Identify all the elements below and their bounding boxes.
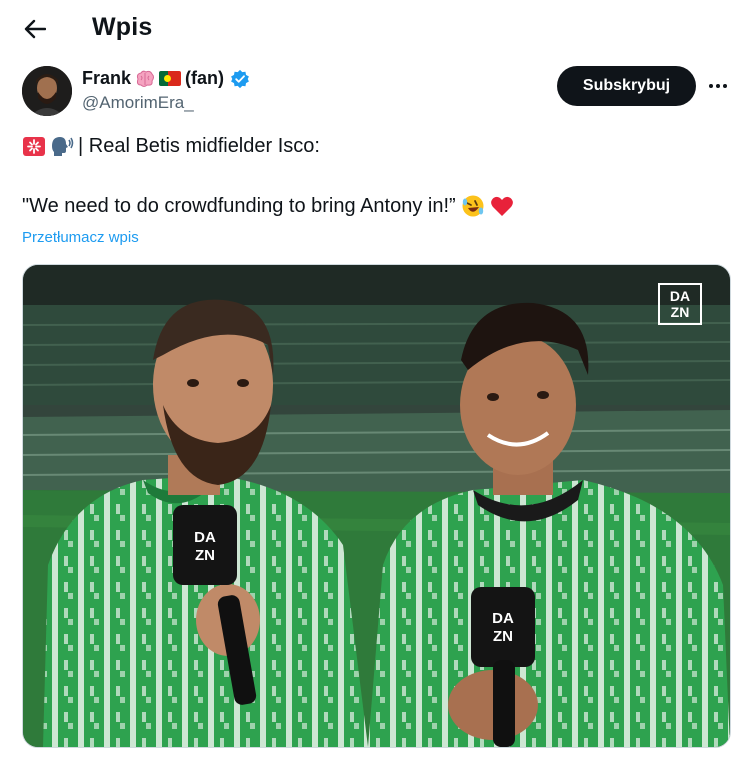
portugal-flag-icon	[159, 71, 182, 86]
translate-post-link[interactable]: Przetłumacz wpis	[22, 229, 139, 246]
red-heart-icon	[490, 196, 513, 216]
interview-photo: DA ZN DA ZN	[23, 265, 730, 747]
top-bar: Wpis	[0, 0, 753, 56]
more-horizontal-icon	[709, 84, 727, 88]
speaking-head-icon	[52, 137, 74, 156]
rolling-on-floor-laughing-icon	[462, 195, 484, 217]
avatar[interactable]	[22, 66, 72, 116]
tweet-line-1-text: | Real Betis midfielder Isco:	[78, 134, 320, 157]
arrow-left-icon	[24, 19, 46, 39]
verified-badge-icon[interactable]	[230, 69, 250, 89]
svg-text:DA: DA	[194, 529, 216, 546]
page-title: Wpis	[92, 13, 153, 41]
dazn-watermark-top: DA	[669, 288, 691, 304]
author-handle[interactable]: @AmorimEra_	[82, 93, 194, 113]
author-name[interactable]: Frank	[82, 68, 131, 89]
tweet-text-line-1: | Real Betis midfielder Isco:	[22, 134, 320, 158]
rotating-light-icon	[23, 137, 45, 156]
svg-text:DA: DA	[492, 610, 514, 627]
svg-text:ZN: ZN	[493, 628, 513, 645]
dazn-watermark-bottom: ZN	[670, 304, 690, 320]
post-media-image[interactable]: DA ZN DA ZN DA ZN	[22, 264, 731, 748]
svg-text:ZN: ZN	[195, 547, 215, 564]
dazn-watermark: DA ZN	[658, 283, 702, 325]
back-button[interactable]	[18, 12, 52, 46]
tweet-text-line-2: "We need to do crowdfunding to bring Ant…	[22, 194, 514, 218]
more-options-button[interactable]	[704, 72, 732, 100]
tweet-line-2-text: "We need to do crowdfunding to bring Ant…	[22, 194, 456, 217]
author-row: Frank (fan) @AmorimEra_ Subskrybuj	[22, 66, 732, 118]
author-name-row[interactable]: Frank (fan)	[82, 68, 250, 89]
subscribe-button[interactable]: Subskrybuj	[557, 66, 696, 106]
author-name-suffix: (fan)	[185, 68, 225, 88]
brain-icon	[136, 70, 155, 87]
